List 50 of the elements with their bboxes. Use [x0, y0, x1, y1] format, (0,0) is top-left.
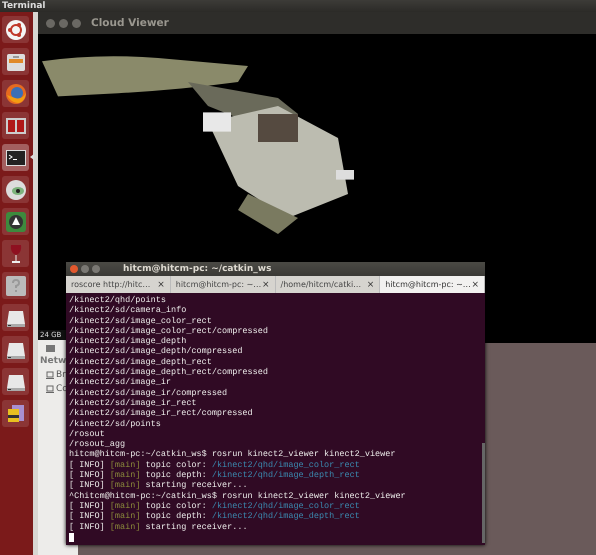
output-line: /kinect2/sd/image_color_rect — [69, 316, 213, 326]
log-line: [ INFO] [main] topic depth: /kinect2/qhd/image_depth_rect — [69, 511, 361, 522]
maximize-button[interactable] — [92, 265, 100, 273]
output-line: /rosout — [69, 428, 106, 440]
output-line: /kinect2/sd/image_ir_rect/compressed — [69, 408, 254, 419]
output-line: /kinect2/sd/image_depth/compressed — [69, 346, 244, 357]
minimize-button[interactable] — [81, 265, 89, 273]
window-title: Cloud Viewer — [91, 17, 169, 29]
tab-close-button[interactable]: × — [471, 280, 479, 290]
app-title: Terminal — [2, 1, 46, 11]
tab-label: /home/hitcm/catki… — [280, 280, 362, 289]
output-line: /kinect2/sd/image_ir/compressed — [69, 388, 228, 398]
terminal-tab[interactable]: roscore http://hitc… × — [66, 276, 171, 293]
update-icon[interactable] — [4, 210, 26, 232]
network-icon — [46, 385, 54, 393]
output-line: hitcm@hitcm-pc:~/catkin_ws$ rosrun kinect2_viewer kinect2_viewer — [69, 449, 396, 460]
output-line: /kinect2/sd/image_depth_rect/compressed — [69, 367, 269, 378]
tab-close-button[interactable]: × — [262, 280, 270, 290]
log-line: [ INFO] [main] topic color: /kinect2/qhd/image_color_rect — [69, 500, 361, 512]
output-line: /kinect2/sd/image_ir — [69, 377, 172, 388]
output-line: /kinect2/qhd/points — [69, 295, 167, 306]
output-line: /rosout_agg — [69, 439, 126, 450]
window-title: hitcm@hitcm-pc: ~/catkin_ws — [123, 264, 272, 274]
tab-close-button[interactable]: × — [366, 280, 374, 290]
tab-label: hitcm@hitcm-pc: ~… — [176, 280, 262, 289]
tab-close-button[interactable]: × — [157, 280, 165, 290]
terminal-tab[interactable]: /home/hitcm/catki… × — [276, 276, 380, 293]
output-line: /kinect2/sd/image_ir_rect — [69, 398, 198, 408]
eye-icon[interactable] — [4, 178, 26, 200]
tab-label: roscore http://hitc… — [71, 280, 150, 289]
output-line: /kinect2/sd/image_depth_rect — [69, 356, 213, 368]
tab-label: hitcm@hitcm-pc: ~… — [385, 280, 471, 289]
terminal-tab[interactable]: hitcm@hitcm-pc: ~…× — [170, 276, 276, 293]
text-cursor — [69, 532, 74, 542]
output-line: /kinect2/sd/camera_info — [69, 305, 188, 316]
output-line: ^Chitcm@hitcm-pc:~/catkin_ws$ rosrun kinect2_viewer kinect2_viewer — [69, 490, 407, 501]
scrollbar[interactable] — [482, 443, 485, 543]
help-icon[interactable] — [4, 274, 26, 296]
log-line: [ INFO] [main] topic depth: /kinect2/qhd/image_depth_rect — [69, 470, 361, 480]
close-button[interactable] — [46, 18, 55, 28]
terminal-tab[interactable]: hitcm@hitcm-pc: ~…× — [380, 276, 485, 293]
close-button[interactable] — [70, 265, 78, 273]
output-line: /kinect2/sd/points — [69, 418, 162, 429]
network-icon — [46, 371, 54, 379]
maximize-button[interactable] — [72, 18, 81, 28]
log-line: [ INFO] [main] topic color: /kinect2/qhd/image_color_rect — [69, 460, 361, 470]
log-line: [ INFO] [main] starting receiver... — [69, 522, 249, 532]
log-line: [ INFO] [main] starting receiver... — [69, 480, 249, 491]
folder-icon — [46, 344, 55, 352]
minimize-button[interactable] — [59, 18, 68, 28]
